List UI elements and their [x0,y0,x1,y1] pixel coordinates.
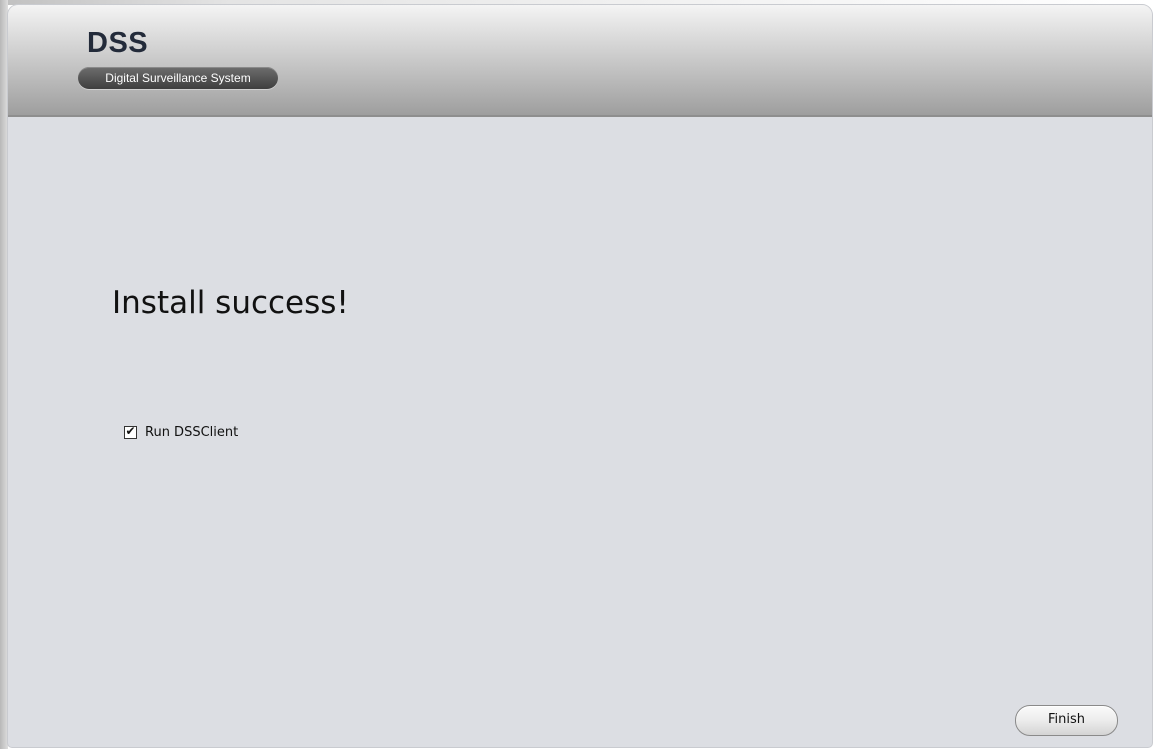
installer-header: DSS Digital Surveillance System [8,5,1152,117]
logo-title: DSS [87,27,149,59]
logo-subtitle: Digital Surveillance System [105,71,251,85]
window-left-edge [0,0,8,749]
run-client-checkbox[interactable]: ✔ [124,424,137,439]
install-status-heading: Install success! [112,285,349,321]
checkmark-icon: ✔ [125,424,136,438]
logo-subtitle-badge: Digital Surveillance System [78,67,278,89]
installer-window: DSS Digital Surveillance System Install … [8,5,1152,747]
finish-button[interactable]: Finish [1015,705,1118,736]
run-client-label[interactable]: Run DSSClient [145,425,238,440]
run-client-option[interactable]: ✔ Run DSSClient [124,424,238,440]
